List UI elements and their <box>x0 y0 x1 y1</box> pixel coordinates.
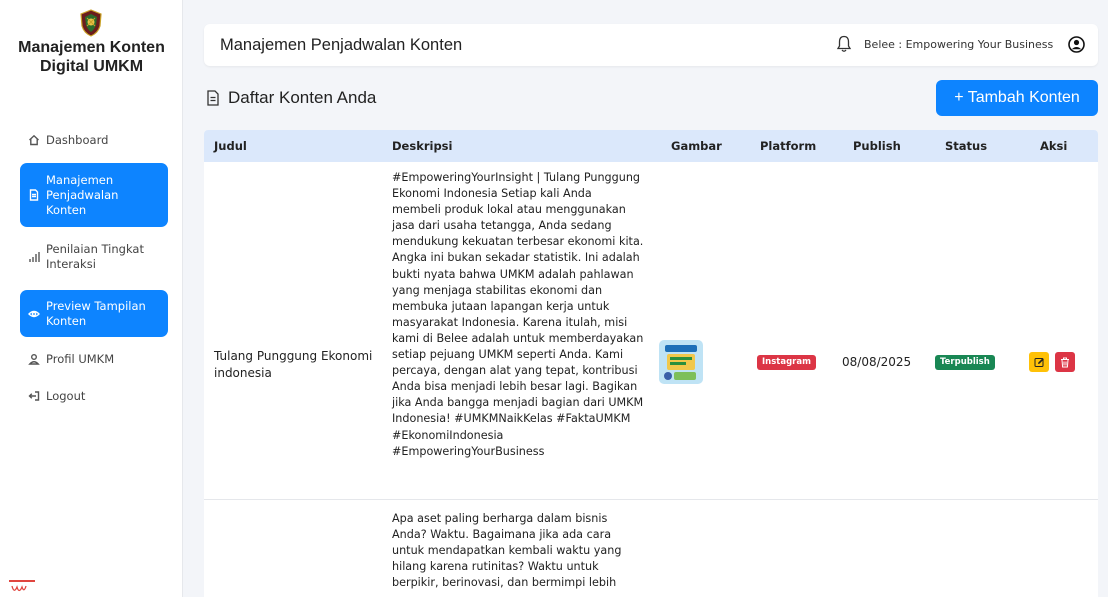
document-icon <box>207 90 219 106</box>
sidebar-item-interaction-rating[interactable]: Penilaian Tingkat Interaksi <box>20 240 168 274</box>
column-header-platform: Platform <box>760 139 817 153</box>
section-title: Daftar Konten Anda <box>228 88 377 107</box>
top-header: Manajemen Penjadwalan Konten Belee : Emp… <box>204 24 1098 66</box>
content-thumbnail[interactable] <box>659 340 703 384</box>
page-title: Manajemen Penjadwalan Konten <box>220 36 463 54</box>
delete-button[interactable] <box>1055 352 1075 372</box>
section-heading: Daftar Konten Anda <box>206 88 376 108</box>
sidebar-item-label: Preview Tampilan Konten <box>46 298 146 328</box>
user-icon <box>28 353 40 365</box>
sidebar-item-label: Profil UMKM <box>46 351 115 366</box>
column-header-deskripsi: Deskripsi <box>392 139 453 153</box>
eye-icon <box>28 308 40 320</box>
logout-icon <box>28 390 40 402</box>
column-header-publish: Publish <box>853 139 901 153</box>
status-badge: Terpublish <box>935 355 995 370</box>
bar-chart-icon <box>28 251 40 263</box>
content-table: Judul Deskripsi Gambar Platform Publish … <box>204 130 1098 597</box>
business-name: Belee : Empowering Your Business <box>864 38 1054 51</box>
trash-icon <box>1061 357 1069 367</box>
app-corner-icon <box>9 580 35 597</box>
column-header-gambar: Gambar <box>671 139 722 153</box>
sidebar: Manajemen Konten Digital UMKM Dashboard … <box>0 0 183 597</box>
thumbnail-image-icon <box>659 340 703 384</box>
brand-title: Manajemen Konten Digital UMKM <box>18 39 165 75</box>
platform-badge: Instagram <box>757 355 816 370</box>
table-header: Judul Deskripsi Gambar Platform Publish … <box>204 130 1098 162</box>
sidebar-item-label: Penilaian Tingkat Interaksi <box>46 242 144 271</box>
sidebar-item-content-scheduling[interactable]: Manajemen Penjadwalan Konten <box>20 163 168 227</box>
home-icon <box>28 134 40 146</box>
sidebar-item-profile[interactable]: Profil UMKM <box>20 351 168 367</box>
sidebar-item-dashboard[interactable]: Dashboard <box>20 132 168 148</box>
edit-button[interactable] <box>1029 352 1049 372</box>
content-description: #EmpoweringYourInsight | Tulang Punggung… <box>392 171 644 458</box>
edit-icon <box>1034 357 1044 367</box>
table-row: Tulang Punggung Ekonomi indonesia #Empow… <box>204 162 1098 500</box>
column-header-aksi: Aksi <box>1040 139 1068 153</box>
crest-logo-icon <box>80 9 102 37</box>
publish-date: 08/08/2025 <box>842 355 912 369</box>
content-title: Tulang Punggung Ekonomi indonesia <box>214 349 373 380</box>
document-icon <box>28 189 40 201</box>
sidebar-item-logout[interactable]: Logout <box>20 388 168 404</box>
table-row: Apa aset paling berharga dalam bisnis An… <box>204 501 1098 597</box>
sidebar-item-label: Logout <box>46 388 86 403</box>
add-content-button[interactable]: + Tambah Konten <box>936 80 1098 116</box>
sidebar-item-content-preview[interactable]: Preview Tampilan Konten <box>20 290 168 337</box>
column-header-judul: Judul <box>214 139 247 153</box>
content-description: Apa aset paling berharga dalam bisnis An… <box>392 512 622 590</box>
sidebar-item-label: Manajemen Penjadwalan Konten <box>46 172 119 217</box>
column-header-status: Status <box>945 139 988 153</box>
account-icon[interactable] <box>1068 36 1085 53</box>
bell-icon[interactable] <box>836 35 852 53</box>
sidebar-item-label: Dashboard <box>46 132 109 147</box>
